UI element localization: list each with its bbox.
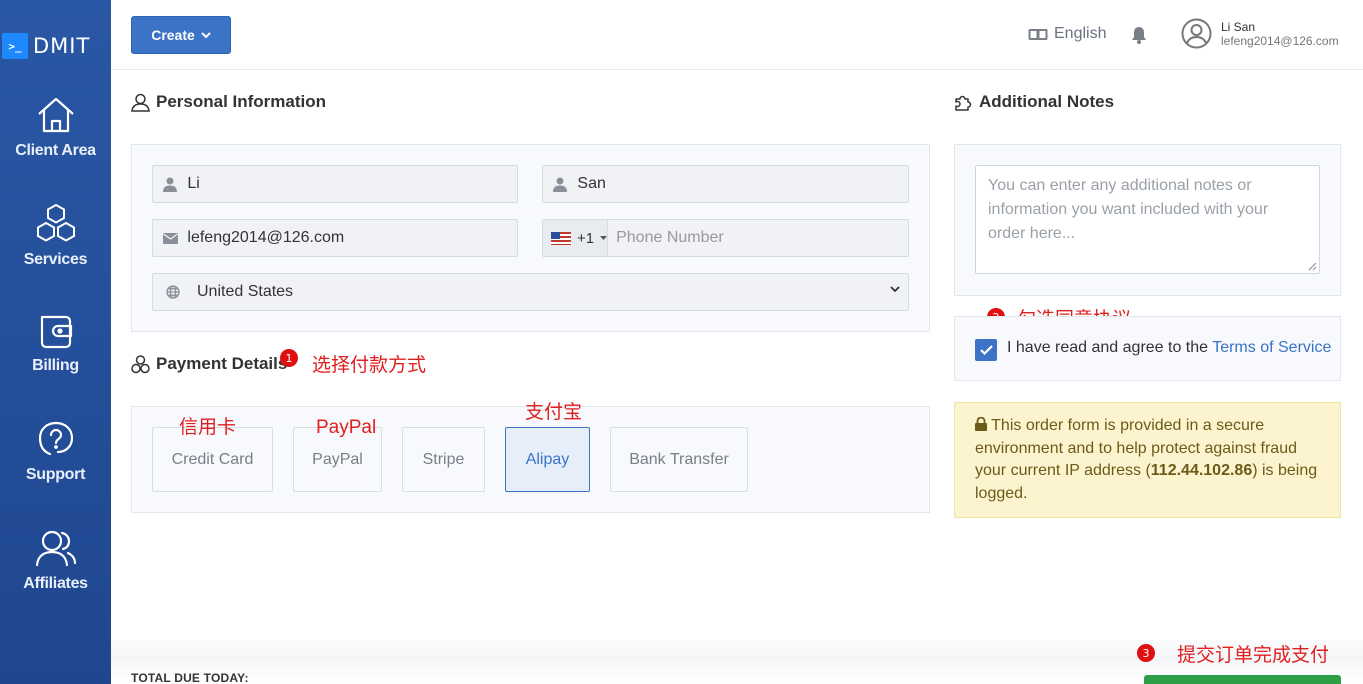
personal-info-title: Personal Information	[156, 92, 327, 111]
credit-card-annotation: 信用卡	[179, 417, 237, 438]
terms-checkbox[interactable]	[975, 339, 997, 361]
step-3-badge: 3	[1137, 644, 1155, 662]
puzzle-icon	[955, 95, 972, 111]
caret-down-icon	[600, 236, 608, 240]
sidebar-item-label: Affiliates	[23, 575, 88, 592]
first-name-input[interactable]	[187, 175, 517, 193]
chevron-down-icon	[890, 286, 900, 293]
envelope-icon	[162, 232, 178, 244]
sidebar-item-label: Billing	[32, 357, 79, 374]
step-1-annotation: 选择付款方式	[312, 355, 427, 376]
cubes-icon	[36, 203, 75, 242]
step-3-annotation: 提交订单完成支付	[1177, 645, 1330, 666]
last-name-field[interactable]	[542, 165, 909, 203]
payment-option-alipay[interactable]: Alipay	[505, 427, 590, 492]
notifications-button[interactable]	[1131, 26, 1147, 49]
country-select[interactable]: United States	[152, 273, 909, 311]
phone-field[interactable]: +1	[542, 219, 909, 257]
circles-icon	[131, 354, 150, 373]
terms-label: I have read and agree to the Terms of Se…	[1007, 339, 1331, 357]
globe-icon	[166, 285, 180, 299]
phone-input[interactable]	[608, 229, 908, 247]
user-outline-icon	[131, 93, 150, 112]
email-field[interactable]	[152, 219, 518, 257]
payment-details-heading: Payment Details	[131, 354, 287, 374]
sidebar-item-billing[interactable]: Billing	[0, 313, 111, 375]
additional-notes-heading: Additional Notes	[954, 92, 1114, 112]
create-label: Create	[151, 27, 195, 43]
user-icon	[163, 177, 178, 192]
resize-grip-icon[interactable]	[1308, 262, 1317, 271]
sidebar-item-affiliates[interactable]: Affiliates	[0, 527, 111, 593]
user-circle-icon	[1181, 18, 1212, 49]
payment-details-title: Payment Details	[156, 354, 288, 373]
sidebar-item-client-area[interactable]: Client Area	[0, 96, 111, 160]
personal-info-heading: Personal Information	[131, 92, 326, 112]
terms-text: I have read and agree to the	[1007, 339, 1213, 356]
sidebar-item-label: Services	[23, 251, 88, 268]
home-icon	[37, 97, 74, 133]
brand-logo[interactable]: >_ DMIT	[2, 32, 90, 60]
security-notice: This order form is provided in a secure …	[954, 402, 1341, 518]
first-name-field[interactable]	[152, 165, 518, 203]
language-selector[interactable]: English	[1028, 25, 1106, 43]
logo-mark: >_	[2, 33, 28, 59]
us-flag-icon	[551, 231, 571, 245]
submit-order-button[interactable]	[1144, 675, 1341, 684]
user-name: Li San	[1221, 19, 1256, 34]
user-email: lefeng2014@126.com	[1221, 33, 1339, 48]
sidebar-item-label: Client Area	[15, 142, 96, 159]
paypal-annotation: PayPal	[316, 417, 377, 438]
user-icon	[553, 177, 568, 192]
phone-code: +1	[577, 229, 595, 247]
country-value: United States	[197, 283, 294, 300]
total-due-label: TOTAL DUE TODAY:	[131, 671, 249, 684]
payment-option-stripe[interactable]: Stripe	[402, 427, 485, 492]
email-input[interactable]	[187, 229, 517, 247]
chevron-down-icon	[201, 31, 211, 38]
sidebar-item-services[interactable]: Services	[0, 203, 111, 269]
top-header: Create English Li San lefeng2014@126.com	[111, 0, 1363, 70]
users-icon	[35, 530, 76, 567]
sidebar-item-support[interactable]: Support	[0, 420, 111, 484]
ip-address: 112.44.102.86	[1150, 462, 1253, 479]
check-icon	[979, 345, 993, 355]
notes-textarea[interactable]	[975, 165, 1320, 274]
additional-notes-title: Additional Notes	[979, 92, 1115, 111]
terms-of-service-link[interactable]: Terms of Service	[1212, 339, 1331, 356]
alipay-annotation: 支付宝	[525, 402, 583, 423]
language-label: English	[1054, 25, 1107, 42]
lock-icon	[975, 416, 987, 431]
sidebar-item-label: Support	[25, 466, 86, 483]
step-1-badge: 1	[280, 349, 298, 367]
phone-country-selector[interactable]: +1	[543, 220, 609, 256]
sidebar: >_ DMIT Client Area Services Billing Sup…	[0, 0, 111, 684]
wallet-icon	[40, 315, 72, 349]
support-icon	[38, 421, 73, 456]
last-name-input[interactable]	[577, 175, 908, 193]
user-menu[interactable]: Li San lefeng2014@126.com	[1181, 18, 1339, 49]
payment-option-bank-transfer[interactable]: Bank Transfer	[610, 427, 748, 492]
translate-icon	[1028, 28, 1048, 40]
create-button[interactable]: Create	[131, 16, 231, 54]
logo-text: DMIT	[33, 34, 91, 58]
bell-icon	[1132, 27, 1146, 44]
